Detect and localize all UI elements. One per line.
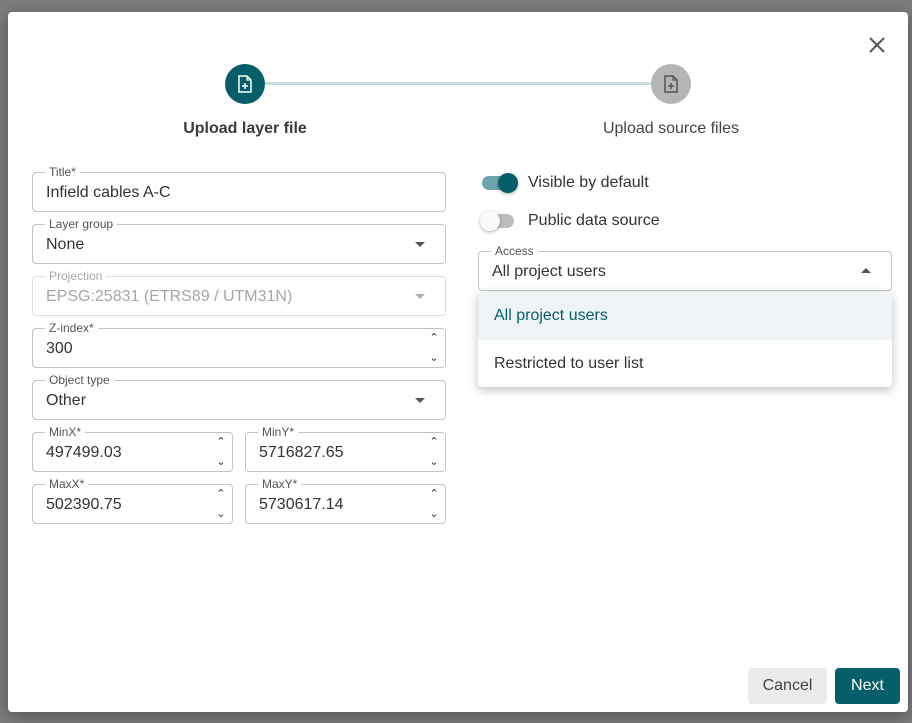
z-index-stepper: ⌃ ⌄ [427, 331, 441, 365]
visible-by-default-toggle[interactable] [480, 173, 518, 193]
min-y-field[interactable]: MinY* 5716827.65 ⌃ ⌄ [245, 425, 446, 472]
title-value: Infield cables A-C [46, 184, 171, 201]
access-label: Access [491, 244, 538, 258]
z-index-value: 300 [46, 340, 73, 357]
step-2-indicator [651, 64, 691, 104]
layer-group-select[interactable]: Layer group None [32, 217, 446, 264]
min-x-stepper: ⌃ ⌄ [214, 435, 228, 469]
min-x-label: MinX* [45, 425, 86, 439]
min-y-stepper: ⌃ ⌄ [427, 435, 441, 469]
increment-icon[interactable]: ⌃ [427, 435, 441, 449]
max-x-value: 502390.75 [46, 496, 122, 513]
chevron-down-icon [415, 294, 425, 299]
min-y-value: 5716827.65 [259, 444, 344, 461]
min-x-field[interactable]: MinX* 497499.03 ⌃ ⌄ [32, 425, 233, 472]
decrement-icon[interactable]: ⌄ [427, 507, 441, 521]
step-2-label: Upload source files [602, 120, 740, 137]
upload-layer-dialog: Upload layer file Upload source files Ti… [8, 12, 908, 712]
close-button[interactable] [866, 34, 888, 56]
chevron-down-icon [415, 242, 425, 247]
menu-item-restricted-to-user-list[interactable]: Restricted to user list [478, 340, 892, 388]
increment-icon[interactable]: ⌃ [214, 487, 228, 501]
decrement-icon[interactable]: ⌄ [214, 455, 228, 469]
z-index-label: Z-index* [45, 321, 98, 335]
public-data-source-label: Public data source [528, 212, 660, 229]
menu-item-all-project-users[interactable]: All project users [478, 292, 892, 340]
max-x-label: MaxX* [45, 477, 89, 491]
layer-group-value: None [46, 236, 85, 253]
visible-by-default-row: Visible by default [480, 171, 649, 195]
decrement-icon[interactable]: ⌄ [427, 351, 441, 365]
access-value: All project users [492, 263, 606, 280]
toggle-thumb [480, 211, 500, 231]
access-select[interactable]: Access All project users [478, 244, 892, 291]
step-1-label: Upload layer file [183, 120, 307, 137]
stepper-connector [265, 82, 651, 85]
title-field[interactable]: Title* Infield cables A-C [32, 165, 446, 212]
step-1-indicator [225, 64, 265, 104]
file-plus-icon [238, 75, 252, 93]
max-y-field[interactable]: MaxY* 5730617.14 ⌃ ⌄ [245, 477, 446, 524]
title-label: Title* [45, 165, 80, 179]
decrement-icon[interactable]: ⌄ [427, 455, 441, 469]
cancel-button[interactable]: Cancel [748, 668, 827, 704]
projection-label: Projection [45, 269, 107, 283]
projection-value: EPSG:25831 (ETRS89 / UTM31N) [46, 288, 293, 305]
layer-group-label: Layer group [45, 217, 118, 231]
close-icon [869, 37, 885, 53]
object-type-value: Other [46, 392, 87, 409]
max-y-stepper: ⌃ ⌄ [427, 487, 441, 521]
z-index-field[interactable]: Z-index* 300 ⌃ ⌄ [32, 321, 446, 368]
max-x-stepper: ⌃ ⌄ [214, 487, 228, 521]
object-type-label: Object type [45, 373, 114, 387]
public-data-source-toggle[interactable] [480, 211, 516, 231]
increment-icon[interactable]: ⌃ [427, 331, 441, 345]
max-x-field[interactable]: MaxX* 502390.75 ⌃ ⌄ [32, 477, 233, 524]
visible-by-default-label: Visible by default [528, 174, 649, 191]
increment-icon[interactable]: ⌃ [214, 435, 228, 449]
public-data-source-row: Public data source [480, 209, 660, 233]
max-y-value: 5730617.14 [259, 496, 344, 513]
max-y-label: MaxY* [258, 477, 302, 491]
access-dropdown-menu: All project users Restricted to user lis… [478, 292, 892, 387]
projection-select: Projection EPSG:25831 (ETRS89 / UTM31N) [32, 269, 446, 316]
chevron-up-icon [861, 268, 871, 273]
object-type-select[interactable]: Object type Other [32, 373, 446, 420]
next-button[interactable]: Next [835, 668, 900, 704]
chevron-down-icon [415, 398, 425, 403]
file-plus-icon [664, 75, 678, 93]
decrement-icon[interactable]: ⌄ [214, 507, 228, 521]
increment-icon[interactable]: ⌃ [427, 487, 441, 501]
min-x-value: 497499.03 [46, 444, 122, 461]
toggle-thumb [498, 173, 518, 193]
min-y-label: MinY* [258, 425, 299, 439]
